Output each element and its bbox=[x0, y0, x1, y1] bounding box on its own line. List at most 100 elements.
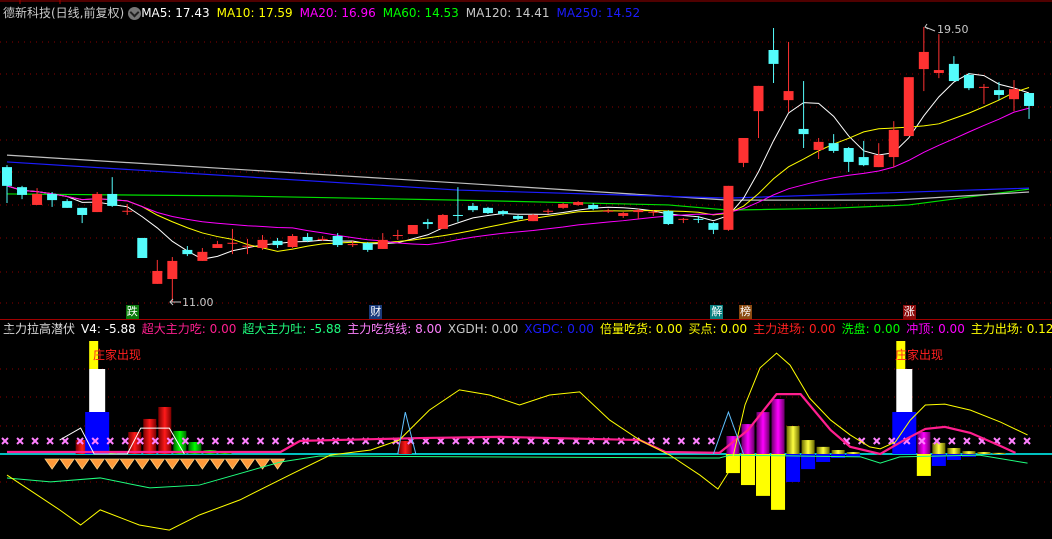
ma-label: MA5: bbox=[141, 6, 176, 20]
indicator-label: 冲顶: bbox=[906, 322, 939, 336]
candle bbox=[137, 237, 148, 259]
signal-marker[interactable]: 跌 bbox=[125, 305, 139, 319]
candle-body bbox=[903, 77, 914, 137]
indicator-label: 倍量吃货: bbox=[599, 322, 656, 336]
candle-body bbox=[242, 245, 253, 247]
candle bbox=[287, 234, 298, 248]
cross-marker bbox=[16, 437, 24, 445]
candle-body bbox=[182, 249, 193, 255]
cross-marker bbox=[61, 437, 69, 445]
cross-marker bbox=[692, 437, 701, 445]
indicator-values: V4: -5.88 超大主力吃: 0.00 超大主力吐: -5.88 主力吃货线: 8… bbox=[81, 321, 1052, 337]
candle bbox=[558, 203, 569, 209]
candle-body bbox=[197, 251, 208, 261]
candle-body bbox=[948, 63, 959, 82]
candle-body bbox=[648, 211, 659, 213]
cross-marker bbox=[271, 437, 280, 445]
indicator-legend-item: 洗盘: 0.00 bbox=[842, 322, 901, 336]
candle bbox=[302, 233, 313, 243]
indicator-value: 8.00 bbox=[415, 322, 442, 336]
signal-marker[interactable]: 榜 bbox=[738, 305, 752, 319]
pink-line bbox=[7, 393, 1016, 456]
candle bbox=[452, 187, 463, 222]
chart-canvas[interactable] bbox=[0, 0, 1052, 539]
candle bbox=[497, 210, 508, 216]
candle bbox=[783, 41, 794, 113]
candle-body bbox=[813, 141, 824, 150]
indicator-label: 洗盘: bbox=[841, 322, 874, 336]
candle-body bbox=[603, 210, 614, 212]
signal-marker[interactable]: 解 bbox=[710, 305, 724, 319]
candle-body bbox=[317, 238, 328, 240]
indicator-label: 买点: bbox=[688, 322, 721, 336]
cross-marker bbox=[241, 437, 250, 445]
stock-title[interactable]: 德新科技(日线,前复权) bbox=[3, 5, 124, 21]
diamond-icon bbox=[89, 458, 105, 470]
diamond-icon bbox=[179, 458, 196, 470]
indicator-legend-item: 冲顶: 0.00 bbox=[906, 322, 965, 336]
diamond-icon bbox=[149, 458, 166, 470]
candle-body bbox=[287, 236, 298, 248]
cross-marker bbox=[963, 437, 971, 445]
candle bbox=[828, 134, 839, 153]
ma-label: MA120: bbox=[465, 6, 516, 20]
cross-marker bbox=[647, 437, 655, 445]
signal-marker[interactable]: 涨 bbox=[902, 305, 916, 319]
candle-body bbox=[137, 237, 148, 259]
candle-body bbox=[62, 201, 73, 208]
candle bbox=[167, 257, 178, 302]
candle-body bbox=[77, 207, 88, 215]
diamond-icon bbox=[134, 458, 151, 470]
diamond-icon bbox=[164, 458, 181, 470]
candle bbox=[978, 83, 989, 105]
candle-body bbox=[798, 128, 809, 135]
cross-marker bbox=[437, 437, 445, 445]
cross-marker bbox=[948, 437, 956, 445]
candle-body bbox=[47, 193, 58, 201]
candle-body bbox=[362, 243, 373, 250]
candle-body bbox=[482, 207, 493, 214]
indicator-value: 0.12 bbox=[1026, 322, 1052, 336]
main-chart-legend: 德新科技(日线,前复权) MA5: 17.43 MA10: 17.59 MA20: … bbox=[0, 5, 1052, 21]
indicator-label: 主力进场: bbox=[753, 322, 809, 336]
candle-body bbox=[738, 137, 749, 163]
indicator-legend-item: 超大主力吃: 0.00 bbox=[142, 322, 237, 336]
indicator-legend-item: 买点: 0.00 bbox=[689, 322, 748, 336]
gold-bar bbox=[932, 442, 946, 454]
candle bbox=[107, 177, 118, 207]
high-price-arrow bbox=[924, 23, 936, 32]
negative-bar bbox=[740, 454, 755, 486]
magenta-bar bbox=[771, 398, 785, 454]
candle bbox=[77, 207, 88, 224]
zhuang-label: 庄家出现 bbox=[895, 348, 944, 362]
diamond-icon bbox=[44, 458, 60, 470]
indicator-label: XGDH: bbox=[447, 322, 492, 336]
candle-body bbox=[528, 214, 539, 222]
candle-body bbox=[32, 193, 43, 205]
candle-body bbox=[978, 86, 989, 88]
candle bbox=[633, 208, 644, 219]
chevron-down-icon[interactable] bbox=[128, 6, 142, 20]
gold-bar bbox=[992, 452, 1006, 454]
candle bbox=[813, 137, 824, 160]
signal-marker[interactable]: 财 bbox=[369, 305, 383, 319]
candle-body bbox=[543, 210, 554, 212]
ma-label: MA60: bbox=[382, 6, 425, 20]
indicator-value: 0.00 bbox=[567, 322, 594, 336]
candle bbox=[873, 143, 884, 168]
candle-body bbox=[107, 193, 118, 206]
cross-marker bbox=[527, 437, 535, 445]
red-bar bbox=[143, 418, 157, 454]
ma20-line bbox=[6, 107, 1030, 246]
diamond-icon bbox=[74, 458, 90, 470]
candle bbox=[62, 199, 73, 208]
gold-bar bbox=[816, 446, 830, 454]
candle bbox=[858, 140, 869, 167]
diamond-icon bbox=[119, 458, 136, 470]
cross-marker bbox=[873, 437, 881, 445]
candle-body bbox=[332, 236, 343, 246]
candle bbox=[422, 218, 433, 229]
indicator-legend-item: 倍量吃货: 0.00 bbox=[600, 322, 683, 336]
candle-body bbox=[678, 218, 689, 220]
zhuang-white-segment bbox=[89, 369, 106, 412]
